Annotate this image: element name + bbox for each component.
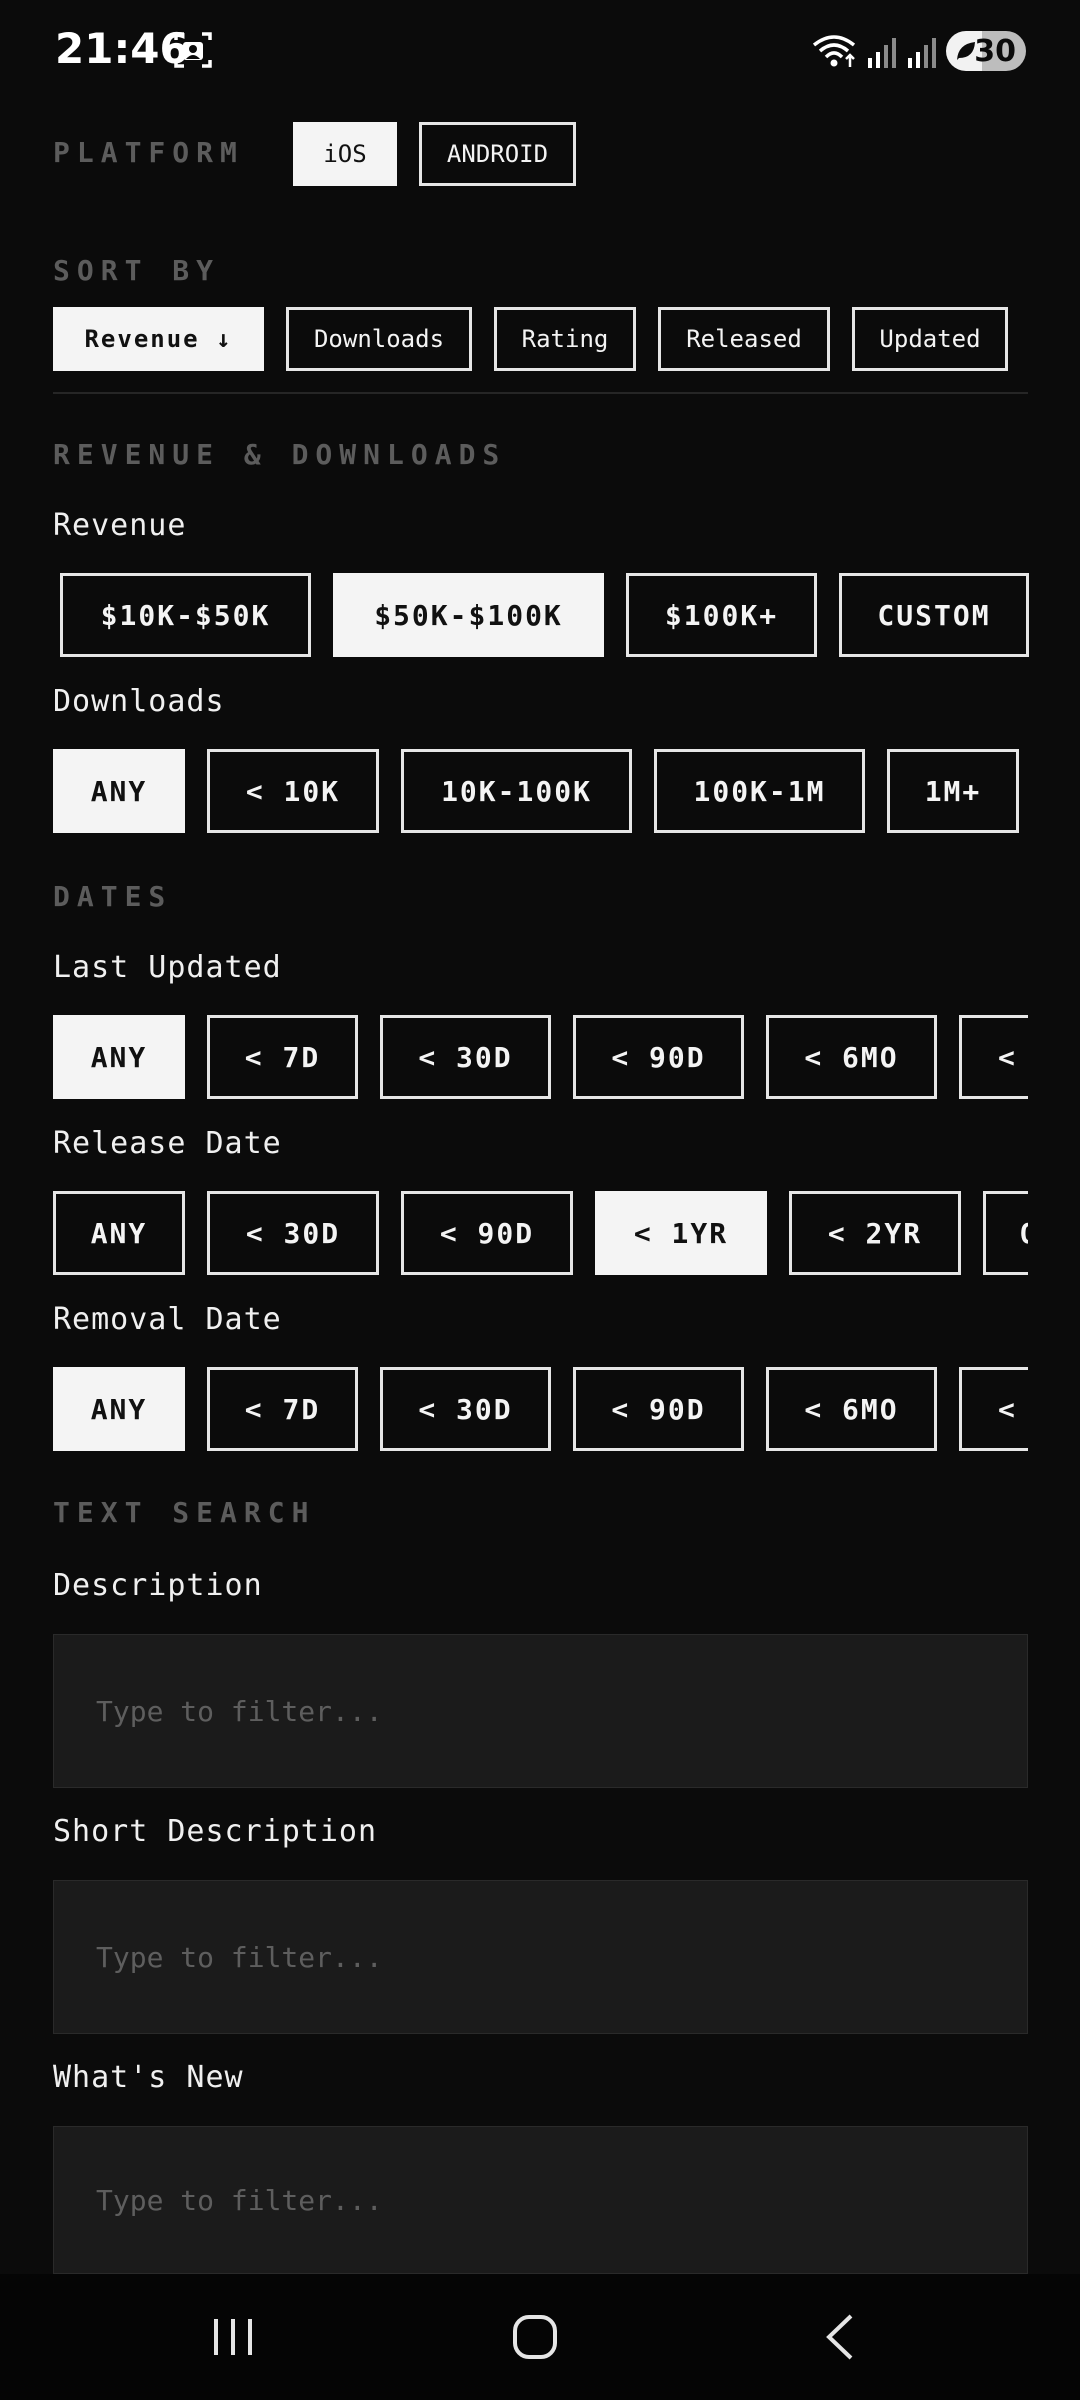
removal-90d-button[interactable]: < 90D	[573, 1367, 744, 1451]
wifi-icon	[812, 35, 856, 67]
battery-indicator: 30	[946, 31, 1026, 71]
last-updated-30d-button[interactable]: < 30D	[380, 1015, 551, 1099]
description-label: Description	[53, 1568, 263, 1603]
release-any-button[interactable]: ANY	[53, 1191, 185, 1275]
last-updated-options: ANY < 7D < 30D < 90D < 6MO <	[53, 1015, 1028, 1099]
downloads-1m-plus-button[interactable]: 1M+	[887, 749, 1019, 833]
platform-toggle: iOS ANDROID	[293, 122, 576, 186]
home-icon[interactable]	[500, 2304, 570, 2370]
description-input[interactable]: Type to filter...	[53, 1634, 1028, 1788]
back-icon[interactable]	[805, 2304, 875, 2370]
sort-rating-button[interactable]: Rating	[494, 307, 636, 371]
release-30d-button[interactable]: < 30D	[207, 1191, 379, 1275]
release-2yr-button[interactable]: < 2YR	[789, 1191, 961, 1275]
release-date-options: ANY < 30D < 90D < 1YR < 2YR O	[53, 1191, 1028, 1275]
removal-date-label: Removal Date	[53, 1302, 282, 1337]
whats-new-label: What's New	[53, 2060, 244, 2095]
dates-title: DATES	[53, 880, 173, 913]
downloads-label: Downloads	[53, 684, 225, 719]
screenshot-icon	[174, 32, 212, 68]
sort-options: Revenue ↓ Downloads Rating Released Upda…	[53, 307, 1008, 371]
downloads-any-button[interactable]: ANY	[53, 749, 185, 833]
downloads-options: ANY < 10K 10K-100K 100K-1M 1M+	[53, 749, 1019, 833]
navigation-bar	[0, 2274, 1080, 2400]
text-search-title: TEXT SEARCH	[53, 1496, 316, 1529]
last-updated-label: Last Updated	[53, 950, 282, 985]
signal-icon-1	[868, 38, 896, 68]
last-updated-any-button[interactable]: ANY	[53, 1015, 185, 1099]
removal-any-button[interactable]: ANY	[53, 1367, 185, 1451]
revenue-50k-100k-button[interactable]: $50K-$100K	[333, 573, 604, 657]
last-updated-7d-button[interactable]: < 7D	[207, 1015, 358, 1099]
last-updated-more-button[interactable]: <	[959, 1015, 1028, 1099]
revenue-10k-50k-button[interactable]: $10K-$50K	[60, 573, 311, 657]
revenue-downloads-title: REVENUE & DOWNLOADS	[53, 438, 507, 471]
sort-released-button[interactable]: Released	[658, 307, 830, 371]
sort-revenue-button[interactable]: Revenue ↓	[53, 307, 264, 371]
revenue-100k-plus-button[interactable]: $100K+	[626, 573, 817, 657]
release-1yr-button[interactable]: < 1YR	[595, 1191, 767, 1275]
removal-7d-button[interactable]: < 7D	[207, 1367, 358, 1451]
whats-new-input[interactable]: Type to filter...	[53, 2126, 1028, 2274]
platform-title: PLATFORM	[53, 136, 244, 169]
sort-title: SORT BY	[53, 254, 221, 287]
recent-apps-icon[interactable]	[198, 2304, 268, 2370]
short-description-label: Short Description	[53, 1814, 378, 1849]
release-date-label: Release Date	[53, 1126, 282, 1161]
short-description-input[interactable]: Type to filter...	[53, 1880, 1028, 2034]
downloads-under-10k-button[interactable]: < 10K	[207, 749, 379, 833]
power-saving-icon	[957, 42, 975, 60]
battery-level: 30	[974, 33, 1016, 69]
revenue-options: $10K-$50K $50K-$100K $100K+ CUSTOM	[60, 573, 1029, 657]
signal-icon-2	[908, 38, 936, 68]
removal-30d-button[interactable]: < 30D	[380, 1367, 551, 1451]
removal-6mo-button[interactable]: < 6MO	[766, 1367, 937, 1451]
section-divider	[53, 392, 1028, 394]
removal-more-button[interactable]: <	[959, 1367, 1028, 1451]
removal-date-options: ANY < 7D < 30D < 90D < 6MO <	[53, 1367, 1028, 1451]
downloads-100k-1m-button[interactable]: 100K-1M	[654, 749, 865, 833]
status-time: 21:46	[55, 24, 189, 73]
last-updated-6mo-button[interactable]: < 6MO	[766, 1015, 937, 1099]
status-bar: 21:46 30	[0, 0, 1080, 100]
last-updated-90d-button[interactable]: < 90D	[573, 1015, 744, 1099]
sort-downloads-button[interactable]: Downloads	[286, 307, 472, 371]
revenue-custom-button[interactable]: CUSTOM	[839, 573, 1029, 657]
platform-android-button[interactable]: ANDROID	[419, 122, 576, 186]
revenue-label: Revenue	[53, 508, 187, 543]
platform-ios-button[interactable]: iOS	[293, 122, 397, 186]
sort-updated-button[interactable]: Updated	[852, 307, 1008, 371]
downloads-10k-100k-button[interactable]: 10K-100K	[401, 749, 632, 833]
release-more-button[interactable]: O	[983, 1191, 1028, 1275]
release-90d-button[interactable]: < 90D	[401, 1191, 573, 1275]
